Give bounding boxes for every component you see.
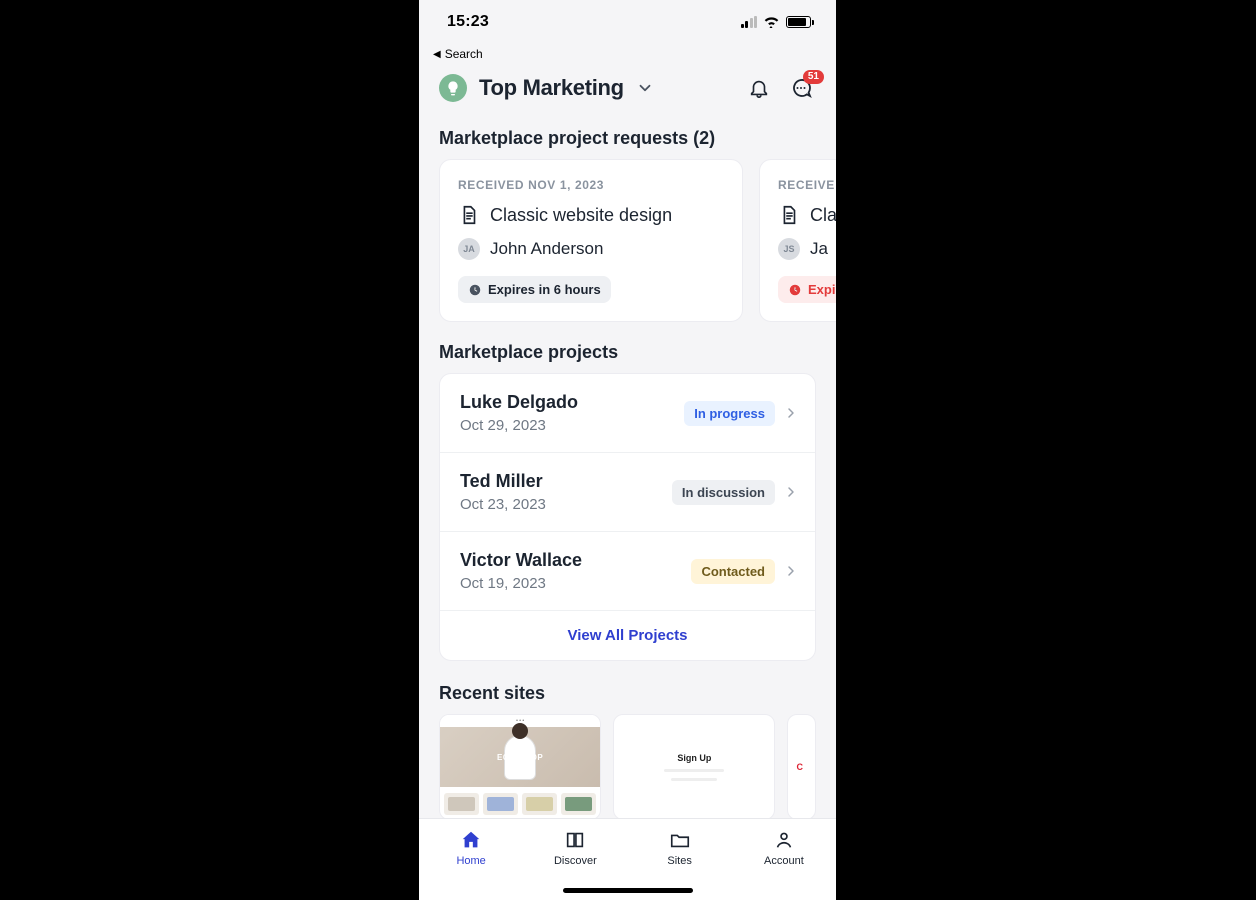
requests-scroll[interactable]: RECEIVED NOV 1, 2023 Classic website des… [419,159,836,330]
project-name: Ted Miller [460,471,672,492]
cellular-icon [741,16,758,28]
requester-name: Ja [810,239,828,259]
battery-icon [786,16,814,28]
expiry-text: Expir [808,282,836,297]
site-thumb-label: Sign Up [677,753,711,763]
chevron-down-icon[interactable] [636,79,654,97]
project-row[interactable]: Victor Wallace Oct 19, 2023 Contacted [440,532,815,611]
request-received: RECEIVED NOV 1, 2023 [458,178,724,192]
content-area: 15:23 ◀ Search [419,0,836,900]
phone-frame: 15:23 ◀ Search [419,0,836,900]
recent-sites-heading: Recent sites [419,661,836,714]
status-time: 15:23 [447,13,489,31]
clock-icon [468,283,482,297]
tab-label: Discover [554,855,597,867]
site-thumb-label: ECO SHOP [497,753,543,762]
messages-badge: 51 [803,70,824,84]
projects-heading: Marketplace projects [419,330,836,373]
site-card[interactable]: C [787,714,816,820]
back-to-search[interactable]: ◀ Search [419,44,836,64]
tab-label: Sites [667,855,691,867]
messages-button[interactable]: 51 [786,76,816,100]
chevron-right-icon [783,563,799,579]
request-card[interactable]: RECEIVED NOV 1, 2023 Classic website des… [439,159,743,322]
projects-list: Luke Delgado Oct 29, 2023 In progress Te… [439,373,816,661]
lightbulb-icon [445,80,461,96]
document-icon [458,204,480,226]
site-card[interactable]: • • • ECO SHOP [439,714,601,820]
workspace-avatar[interactable] [439,74,467,102]
requester-name: John Anderson [490,239,603,259]
tab-label: Account [764,855,804,867]
status-pill: In progress [684,401,775,426]
account-icon [773,829,795,851]
project-date: Oct 29, 2023 [460,417,684,434]
back-triangle-icon: ◀ [433,49,441,60]
back-label: Search [445,47,483,61]
expiry-chip: Expires in 6 hours [458,276,611,303]
app-header: Top Marketing 51 [419,64,836,116]
discover-icon [564,829,586,851]
tab-bar: Home Discover Sites Account [419,818,836,900]
project-row[interactable]: Luke Delgado Oct 29, 2023 In progress [440,374,815,453]
project-row[interactable]: Ted Miller Oct 23, 2023 In discussion [440,453,815,532]
clock-icon [788,283,802,297]
expiry-chip: Expir [778,276,836,303]
request-title: Classic website design [490,205,672,226]
wifi-icon [763,16,780,28]
request-card[interactable]: RECEIVE Cla JS Ja Expir [759,159,836,322]
expiry-text: Expires in 6 hours [488,282,601,297]
project-date: Oct 23, 2023 [460,496,672,513]
request-title: Cla [810,205,836,226]
chevron-right-icon [783,484,799,500]
request-received: RECEIVE [778,178,836,192]
home-indicator [563,888,693,893]
status-right [741,16,815,28]
status-bar: 15:23 [419,0,836,44]
bell-icon [748,77,770,99]
site-thumb-label: C [796,762,803,772]
chevron-right-icon [783,405,799,421]
requester-avatar: JA [458,238,480,260]
requests-heading: Marketplace project requests (2) [419,116,836,159]
project-name: Victor Wallace [460,550,691,571]
project-name: Luke Delgado [460,392,684,413]
project-date: Oct 19, 2023 [460,575,691,592]
tab-label: Home [456,855,485,867]
folder-icon [669,829,691,851]
home-icon [460,829,482,851]
notifications-button[interactable] [744,77,774,99]
recent-sites-row[interactable]: • • • ECO SHOP Sign Up C [419,714,836,820]
view-all-projects[interactable]: View All Projects [440,611,815,660]
workspace-title[interactable]: Top Marketing [479,75,624,101]
tab-account[interactable]: Account [744,829,824,900]
site-card[interactable]: Sign Up [613,714,775,820]
status-pill: In discussion [672,480,775,505]
document-icon [778,204,800,226]
tab-home[interactable]: Home [431,829,511,900]
status-pill: Contacted [691,559,775,584]
requester-avatar: JS [778,238,800,260]
